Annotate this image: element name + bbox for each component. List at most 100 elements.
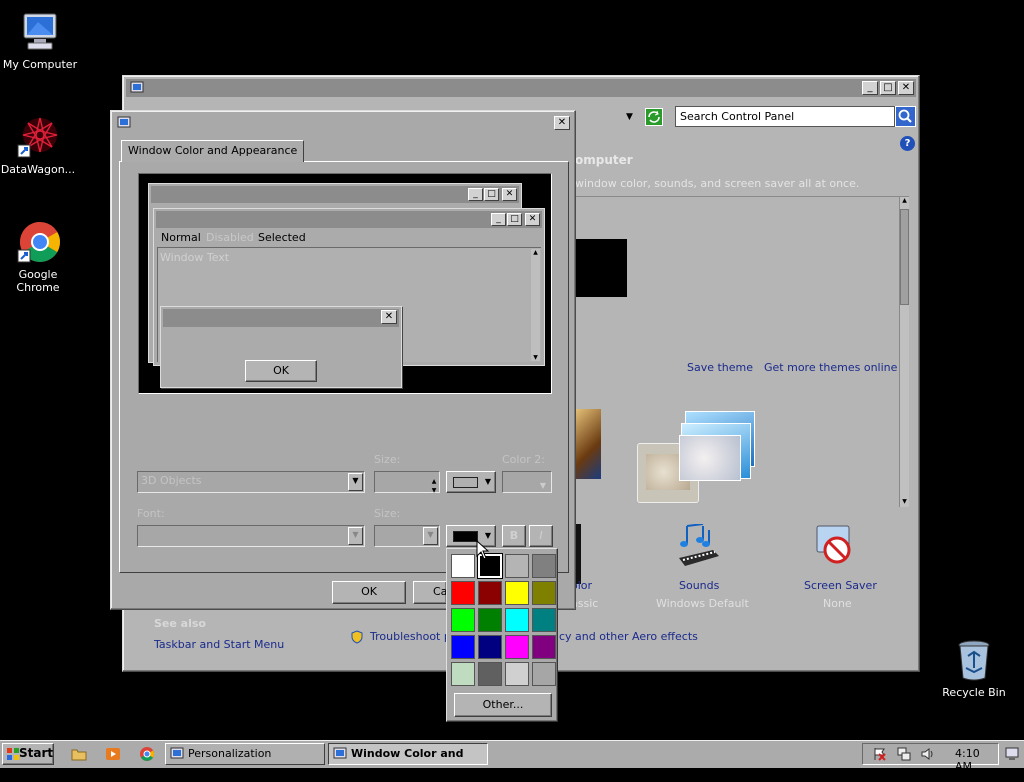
color-picker-popup: Other...	[446, 548, 558, 722]
color-swatch[interactable]	[532, 554, 556, 578]
color-swatch[interactable]	[532, 608, 556, 632]
window-icon	[170, 747, 184, 767]
color-swatch[interactable]	[478, 662, 502, 686]
aero-effects-link[interactable]: cy and other Aero effects	[559, 630, 698, 643]
item-dropdown[interactable]: 3D Objects ▼	[137, 471, 365, 493]
sounds-icon[interactable]	[673, 523, 725, 572]
preview-ok-button: OK	[245, 360, 317, 382]
font-size-dropdown[interactable]: ▼	[374, 525, 440, 547]
font-dropdown[interactable]: ▼	[137, 525, 365, 547]
screen-saver-item-label[interactable]: Screen Saver	[804, 579, 877, 592]
desktop-icon-label: My Computer	[2, 58, 78, 71]
dialog-window-icon	[117, 116, 131, 133]
close-button[interactable]: ✕	[898, 81, 914, 95]
color2-button[interactable]: ▼	[502, 471, 552, 493]
screen-saver-item-sub: None	[823, 597, 852, 610]
color-swatch[interactable]	[478, 635, 502, 659]
theme-thumbnail-stack[interactable]	[679, 411, 757, 483]
datawagon-icon	[16, 115, 60, 159]
desktop-icon-recycle-bin[interactable]: Recycle Bin	[934, 638, 1014, 699]
screen-saver-icon[interactable]	[813, 524, 857, 570]
computer-icon	[18, 10, 62, 54]
sounds-item-sub: Windows Default	[656, 597, 749, 610]
color-swatch[interactable]	[505, 581, 529, 605]
chevron-down-icon[interactable]: ▼	[348, 473, 363, 491]
media-player-quicklaunch-icon[interactable]	[105, 747, 121, 764]
system-tray: 4:10 AM	[862, 743, 999, 773]
minimize-button[interactable]: _	[862, 81, 878, 95]
taskbar-start-menu-link[interactable]: Taskbar and Start Menu	[154, 638, 284, 651]
color-swatch[interactable]	[505, 662, 529, 686]
color-swatch[interactable]	[451, 608, 475, 632]
color-swatch[interactable]	[505, 608, 529, 632]
color-swatch[interactable]	[451, 554, 475, 578]
color-swatch[interactable]	[478, 581, 502, 605]
size-label: Size:	[374, 453, 401, 466]
search-icon[interactable]	[895, 106, 916, 127]
other-colors-button[interactable]: Other...	[454, 693, 552, 717]
taskbar-item-window-color[interactable]: Window Color and Ap...	[328, 743, 488, 779]
save-theme-link[interactable]: Save theme	[687, 361, 753, 374]
see-also-heading: See also	[154, 617, 206, 630]
address-dropdown-icon[interactable]: ▼	[626, 112, 633, 122]
color-swatch[interactable]	[532, 635, 556, 659]
ok-button[interactable]: OK	[332, 581, 406, 604]
color-swatch[interactable]	[451, 662, 475, 686]
italic-button[interactable]: I	[529, 525, 553, 547]
font-size-label: Size:	[374, 507, 401, 520]
maximize-button[interactable]: □	[880, 81, 896, 95]
color-swatch[interactable]	[532, 662, 556, 686]
font-label: Font:	[137, 507, 165, 520]
volume-icon[interactable]	[921, 747, 935, 764]
chevron-down-icon[interactable]: ▼	[348, 527, 363, 545]
personalization-titlebar[interactable]: _ □ ✕	[126, 79, 916, 97]
taskbar-item-personalization[interactable]: Personalization	[165, 743, 325, 765]
page-subtext: window color, sounds, and screen saver a…	[575, 177, 860, 190]
color-swatch[interactable]	[505, 635, 529, 659]
appearance-preview: _ □ ✕ _ □ ✕ Normal Disabled Selected Win…	[138, 173, 552, 394]
color-swatch[interactable]	[451, 635, 475, 659]
get-more-themes-link[interactable]: Get more themes online	[764, 361, 897, 374]
help-icon[interactable]: ?	[900, 136, 915, 151]
desktop-icon-label: Recycle Bin	[942, 686, 1006, 699]
clock[interactable]: 4:10 AM	[955, 747, 998, 773]
windows-logo-icon	[6, 747, 20, 767]
start-button[interactable]: Start	[2, 743, 54, 765]
sounds-item-label[interactable]: Sounds	[679, 579, 719, 592]
tab-window-color-appearance[interactable]: Window Color and Appearance	[121, 140, 305, 162]
cancel-button[interactable]: Ca	[413, 581, 447, 604]
color1-button[interactable]: ▼	[446, 471, 496, 493]
explorer-quicklaunch-icon[interactable]	[71, 747, 87, 764]
page-heading: omputer	[575, 153, 633, 167]
action-center-flag-icon[interactable]	[873, 747, 887, 764]
color-swatch[interactable]	[505, 554, 529, 578]
color2-label: Color 2:	[502, 453, 545, 466]
network-icon[interactable]	[897, 747, 911, 764]
chrome-quicklaunch-icon[interactable]	[139, 746, 155, 765]
desktop-icon-my-computer[interactable]: My Computer	[0, 10, 80, 71]
tab-panel: _ □ ✕ _ □ ✕ Normal Disabled Selected Win…	[119, 161, 569, 573]
preview-menu-disabled: Disabled	[206, 231, 254, 244]
theme-thumbnail-current[interactable]	[575, 239, 627, 297]
shield-icon	[351, 630, 363, 647]
color-swatch[interactable]	[532, 581, 556, 605]
desktop-icon-datawagon[interactable]: DataWagon...	[0, 115, 78, 176]
troubleshoot-link[interactable]: Troubleshoot pr	[370, 630, 455, 643]
scrollbar-thumb[interactable]	[900, 209, 909, 305]
mouse-cursor-icon	[476, 539, 490, 563]
dialog-close-button[interactable]: ✕	[554, 116, 570, 130]
desktop-icon-label: DataWagon...	[0, 163, 76, 176]
search-input[interactable]: Search Control Panel	[675, 106, 895, 127]
refresh-icon[interactable]	[645, 108, 663, 126]
theme-thumbnail[interactable]	[575, 409, 601, 479]
theme-list-scrollbar[interactable]: ▲ ▼	[899, 197, 909, 507]
item-size-spinner[interactable]: ▲ ▼	[374, 471, 440, 494]
preview-message-box: ✕ OK	[160, 306, 402, 388]
bold-button[interactable]: B	[502, 525, 526, 547]
dialog-titlebar[interactable]: ✕	[114, 114, 572, 132]
chevron-down-icon[interactable]: ▼	[423, 527, 438, 545]
color-swatch[interactable]	[451, 581, 475, 605]
color-swatch[interactable]	[478, 608, 502, 632]
desktop-icon-google-chrome[interactable]: Google Chrome	[0, 220, 78, 294]
show-desktop-icon[interactable]	[1005, 747, 1019, 764]
